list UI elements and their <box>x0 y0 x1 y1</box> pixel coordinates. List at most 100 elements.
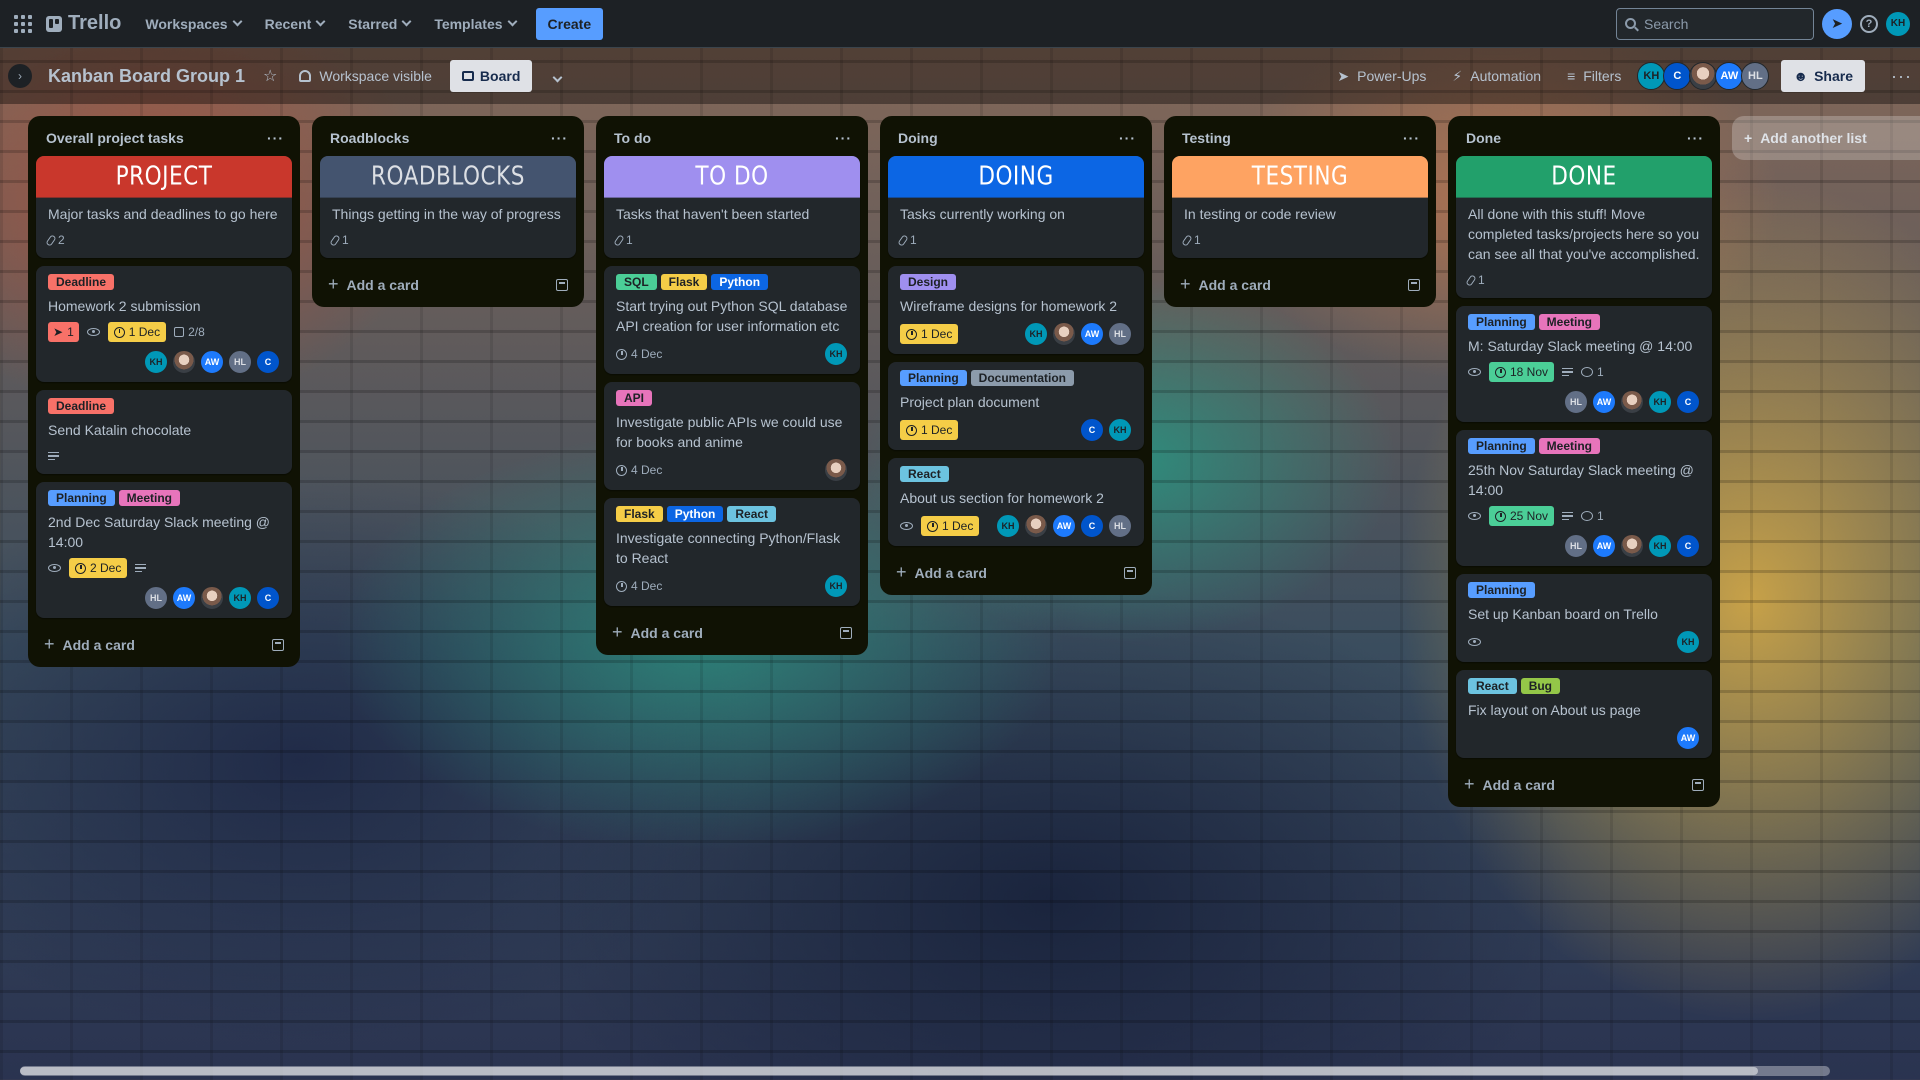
avatar[interactable]: AW <box>1592 390 1616 414</box>
avatar[interactable]: KH <box>824 574 848 598</box>
avatar[interactable]: KH <box>1676 630 1700 654</box>
card[interactable]: React About us section for homework 2 1 … <box>888 458 1144 546</box>
card[interactable]: React Bug Fix layout on About us page AW <box>1456 670 1712 758</box>
list-cover-card[interactable]: TO DO Tasks that haven't been started 1 <box>604 156 860 258</box>
card[interactable]: Planning Meeting M: Saturday Slack meeti… <box>1456 306 1712 422</box>
list-cover-card[interactable]: DOING Tasks currently working on 1 <box>888 156 1144 258</box>
list-cover-card[interactable]: ROADBLOCKS Things getting in the way of … <box>320 156 576 258</box>
create-button[interactable]: Create <box>535 7 604 40</box>
avatar[interactable]: HL <box>228 350 252 374</box>
scrollbar-thumb[interactable] <box>20 1067 1758 1075</box>
avatar[interactable]: KH <box>1637 62 1666 90</box>
avatar[interactable]: C <box>1663 62 1692 90</box>
due-date-badge[interactable]: 25 Nov <box>1489 506 1555 526</box>
avatar[interactable] <box>1620 390 1644 414</box>
list-menu-icon[interactable]: ··· <box>551 130 568 146</box>
avatar[interactable]: HL <box>1108 322 1132 346</box>
avatar[interactable]: C <box>1080 418 1104 442</box>
list-title[interactable]: Roadblocks <box>330 130 409 146</box>
card[interactable]: Deadline Homework 2 submission ➤ 1 1 Dec … <box>36 266 292 382</box>
create-from-template-icon[interactable] <box>840 626 852 639</box>
automation-button[interactable]: ⚡ Automation <box>1452 68 1541 85</box>
avatar[interactable]: HL <box>1108 514 1132 538</box>
avatar[interactable]: C <box>1080 514 1104 538</box>
add-card-button[interactable]: + Add a card <box>604 614 860 649</box>
due-date-badge[interactable]: 1 Dec <box>900 420 959 440</box>
visibility-button[interactable]: Workspace visible <box>299 68 432 84</box>
list-cover-card[interactable]: DONE All done with this stuff! Move comp… <box>1456 156 1712 298</box>
avatar[interactable] <box>172 350 196 374</box>
avatar[interactable]: KH <box>228 586 252 610</box>
add-card-button[interactable]: + Add a card <box>1456 766 1712 801</box>
avatar[interactable]: C <box>256 586 280 610</box>
list-menu-icon[interactable]: ··· <box>1119 130 1136 146</box>
add-list-button[interactable]: + Add another list <box>1732 116 1920 160</box>
avatar[interactable]: C <box>1676 534 1700 558</box>
nav-workspaces[interactable]: Workspaces <box>133 8 252 40</box>
avatar[interactable] <box>1620 534 1644 558</box>
share-button[interactable]: ☻ Share <box>1781 60 1866 92</box>
create-from-template-icon[interactable] <box>1124 566 1136 579</box>
list-cover-card[interactable]: TESTING In testing or code review 1 <box>1172 156 1428 258</box>
search-input[interactable]: Search <box>1616 7 1814 40</box>
card[interactable]: Planning Documentation Project plan docu… <box>888 362 1144 450</box>
avatar[interactable]: AW <box>1052 514 1076 538</box>
avatar[interactable]: AW <box>1592 534 1616 558</box>
list-title[interactable]: Done <box>1466 130 1501 146</box>
board-view-button[interactable]: Board <box>449 60 533 92</box>
horizontal-scrollbar[interactable] <box>20 1066 1830 1076</box>
avatar[interactable]: AW <box>200 350 224 374</box>
create-from-template-icon[interactable] <box>1408 278 1420 291</box>
list-title[interactable]: Overall project tasks <box>46 130 184 146</box>
nav-recent[interactable]: Recent <box>253 8 337 40</box>
avatar[interactable]: KH <box>1648 390 1672 414</box>
add-card-button[interactable]: + Add a card <box>1172 266 1428 301</box>
add-card-button[interactable]: + Add a card <box>320 266 576 301</box>
avatar[interactable]: KH <box>824 342 848 366</box>
avatar[interactable]: AW <box>1080 322 1104 346</box>
card[interactable]: Deadline Send Katalin chocolate <box>36 390 292 474</box>
card[interactable]: SQL Flask Python Start trying out Python… <box>604 266 860 374</box>
create-from-template-icon[interactable] <box>556 278 568 291</box>
avatar[interactable]: C <box>1676 390 1700 414</box>
avatar[interactable]: HL <box>1564 390 1588 414</box>
account-avatar[interactable]: KH <box>1886 11 1910 36</box>
due-date-badge[interactable]: 18 Nov <box>1489 362 1555 382</box>
add-card-button[interactable]: + Add a card <box>36 626 292 661</box>
list-menu-icon[interactable]: ··· <box>1687 130 1704 146</box>
avatar[interactable]: C <box>256 350 280 374</box>
create-from-template-icon[interactable] <box>272 638 284 651</box>
create-from-template-icon[interactable] <box>1692 778 1704 791</box>
avatar[interactable] <box>200 586 224 610</box>
sidebar-toggle-button[interactable]: › <box>8 64 32 88</box>
card[interactable]: Planning Meeting 25th Nov Saturday Slack… <box>1456 430 1712 566</box>
due-date-badge[interactable]: 1 Dec <box>107 322 167 342</box>
card[interactable]: Planning Meeting 2nd Dec Saturday Slack … <box>36 482 292 618</box>
filters-button[interactable]: ≡ Filters <box>1567 68 1621 84</box>
avatar[interactable]: KH <box>996 514 1020 538</box>
due-date-badge[interactable]: 2 Dec <box>69 558 128 578</box>
add-card-button[interactable]: + Add a card <box>888 554 1144 589</box>
avatar[interactable] <box>1024 514 1048 538</box>
list-menu-icon[interactable]: ··· <box>267 130 284 146</box>
avatar[interactable]: AW <box>1715 62 1744 90</box>
avatar[interactable]: KH <box>1024 322 1048 346</box>
nav-starred[interactable]: Starred <box>336 8 422 40</box>
nav-templates[interactable]: Templates <box>422 8 527 40</box>
avatar[interactable] <box>1052 322 1076 346</box>
view-switcher-button[interactable] <box>552 68 563 84</box>
board-title[interactable]: Kanban Board Group 1 <box>48 66 245 87</box>
help-icon[interactable]: ? <box>1860 14 1878 33</box>
avatar[interactable]: HL <box>1564 534 1588 558</box>
avatar[interactable]: KH <box>1648 534 1672 558</box>
avatar[interactable]: AW <box>1676 726 1700 750</box>
list-title[interactable]: Doing <box>898 130 938 146</box>
due-date-badge[interactable]: 1 Dec <box>900 324 959 344</box>
card[interactable]: API Investigate public APIs we could use… <box>604 382 860 490</box>
avatar[interactable]: HL <box>1741 62 1770 90</box>
avatar[interactable]: HL <box>144 586 168 610</box>
star-icon[interactable]: ☆ <box>263 66 277 86</box>
due-date-badge[interactable]: 1 Dec <box>921 516 980 536</box>
list-title[interactable]: Testing <box>1182 130 1231 146</box>
list-cover-card[interactable]: PROJECT Major tasks and deadlines to go … <box>36 156 292 258</box>
